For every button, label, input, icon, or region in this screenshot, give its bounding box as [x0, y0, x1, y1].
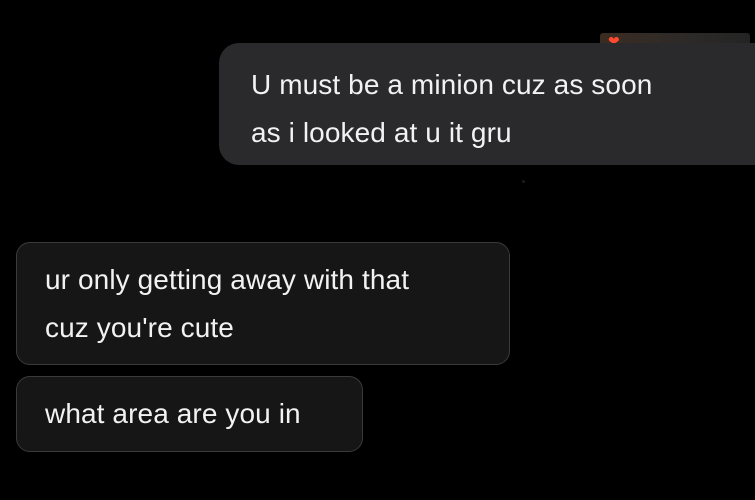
- message-text-line: as i looked at u it gru: [251, 117, 512, 148]
- message-text-line: U must be a minion cuz as soon: [251, 69, 653, 100]
- message-text-line: cuz you're cute: [45, 312, 234, 343]
- chat-thread: ❤ U must be a minion cuz as soon as i lo…: [0, 0, 755, 500]
- outgoing-message-bubble[interactable]: U must be a minion cuz as soon as i look…: [219, 43, 755, 165]
- message-text-line: what area are you in: [45, 398, 301, 429]
- incoming-message-bubble[interactable]: ur only getting away with that cuz you'r…: [16, 242, 510, 365]
- decorative-speck: [522, 180, 525, 183]
- incoming-message-bubble[interactable]: what area are you in: [16, 376, 363, 452]
- message-text-line: ur only getting away with that: [45, 264, 410, 295]
